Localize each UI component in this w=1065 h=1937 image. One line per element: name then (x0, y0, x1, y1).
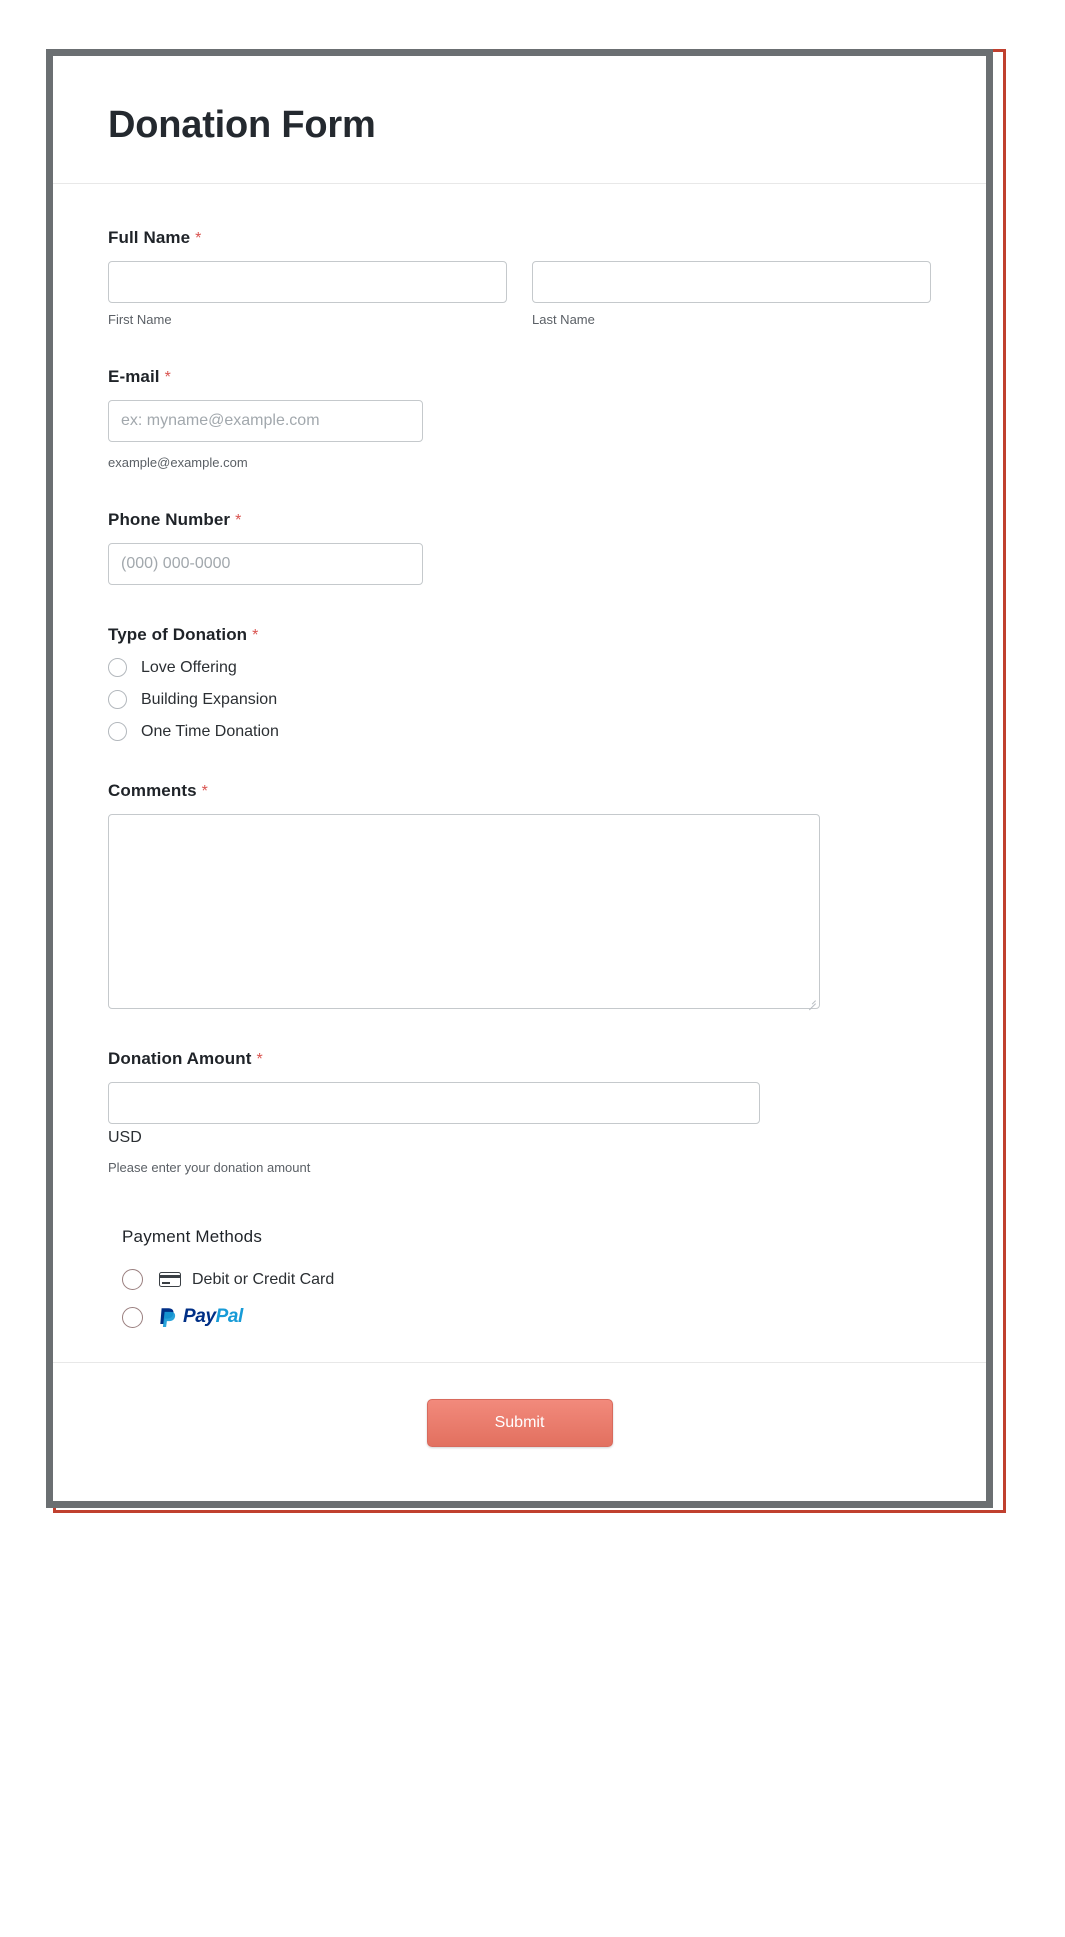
first-name-col: First Name (108, 261, 507, 327)
form-header: Donation Form (53, 56, 986, 184)
donation-amount-label: Donation Amount * (108, 1049, 931, 1069)
required-asterisk: * (235, 512, 242, 529)
payment-option-card[interactable]: Debit or Credit Card (122, 1269, 931, 1290)
required-asterisk: * (201, 783, 208, 800)
last-name-col: Last Name (532, 261, 931, 327)
paypal-logo: PayPal (159, 1306, 243, 1328)
full-name-label-text: Full Name (108, 228, 191, 247)
required-asterisk: * (195, 230, 202, 247)
phone-input[interactable] (108, 543, 423, 585)
submit-button[interactable]: Submit (426, 1399, 613, 1447)
donation-type-label: Type of Donation * (108, 625, 931, 645)
full-name-inputs: First Name Last Name (108, 261, 931, 327)
phone-label: Phone Number * (108, 510, 931, 530)
first-name-input[interactable] (108, 261, 507, 303)
radio-option-love-offering[interactable]: Love Offering (108, 658, 931, 677)
paypal-wordmark: PayPal (183, 1306, 243, 1328)
email-input[interactable] (108, 400, 423, 442)
donation-amount-hint: Please enter your donation amount (108, 1160, 311, 1175)
comments-wrapper (108, 814, 820, 1011)
form-footer: Submit (53, 1362, 986, 1487)
required-asterisk: * (256, 1051, 263, 1068)
email-label: E-mail * (108, 367, 931, 387)
field-donation-amount: Donation Amount * USD Please enter your d… (108, 1049, 931, 1175)
radio-circle-icon[interactable] (122, 1269, 143, 1290)
radio-option-one-time-donation[interactable]: One Time Donation (108, 722, 931, 741)
form-body: Full Name* First Name Last Name E-mail (53, 184, 986, 1328)
donation-amount-label-text: Donation Amount (108, 1049, 252, 1068)
radio-label: Building Expansion (141, 690, 278, 708)
radio-circle-icon[interactable] (108, 722, 127, 741)
donation-type-options: Love Offering Building Expansion One Tim… (108, 658, 931, 741)
last-name-sublabel: Last Name (532, 312, 595, 327)
radio-label: Love Offering (141, 658, 237, 676)
credit-card-icon (159, 1272, 181, 1287)
radio-circle-icon[interactable] (108, 658, 127, 677)
radio-circle-icon[interactable] (122, 1306, 143, 1328)
phone-label-text: Phone Number (108, 510, 231, 529)
donation-amount-input[interactable] (108, 1082, 760, 1124)
full-name-label: Full Name * (108, 228, 931, 248)
donation-form-card: Donation Form Full Name * First Name Last… (53, 56, 986, 1501)
payment-option-label: Debit or Credit Card (192, 1270, 335, 1288)
donation-type-label-text: Type of Donation (108, 625, 248, 644)
screenshot-root: Donation Form Full Name * First Name Last… (0, 0, 1065, 1937)
email-hint: example@example.com (108, 455, 248, 470)
comments-label-text: Comments (108, 781, 197, 800)
paypal-word-pal: Pal (215, 1306, 244, 1327)
last-name-input[interactable] (532, 261, 931, 303)
paypal-mark-icon (160, 1307, 176, 1327)
email-label-text: E-mail (108, 367, 160, 386)
required-asterisk: * (164, 369, 171, 386)
comments-label: Comments * (108, 781, 931, 801)
radio-circle-icon[interactable] (108, 690, 127, 709)
payment-option-paypal[interactable]: PayPal (122, 1306, 931, 1328)
paypal-word-pay: Pay (183, 1306, 216, 1327)
required-asterisk: * (252, 627, 259, 644)
page-title: Donation Form (108, 104, 376, 146)
radio-option-building-expansion[interactable]: Building Expansion (108, 690, 931, 709)
radio-label: One Time Donation (141, 722, 279, 740)
comments-textarea[interactable] (108, 814, 820, 1009)
field-comments: Comments * (108, 781, 931, 1011)
payment-methods-label: Payment Methods (122, 1227, 263, 1246)
first-name-sublabel: First Name (108, 312, 172, 327)
field-phone: Phone Number * (108, 510, 931, 585)
field-full-name: Full Name * First Name Last Name (108, 228, 931, 327)
field-email: E-mail* example@example.com (108, 367, 931, 470)
currency-label: USD (108, 1129, 142, 1146)
field-donation-type: Type of Donation * Love Offering Building… (108, 625, 931, 741)
field-payment-methods: Payment Methods Debit or Credit Card Pay… (108, 1227, 931, 1328)
